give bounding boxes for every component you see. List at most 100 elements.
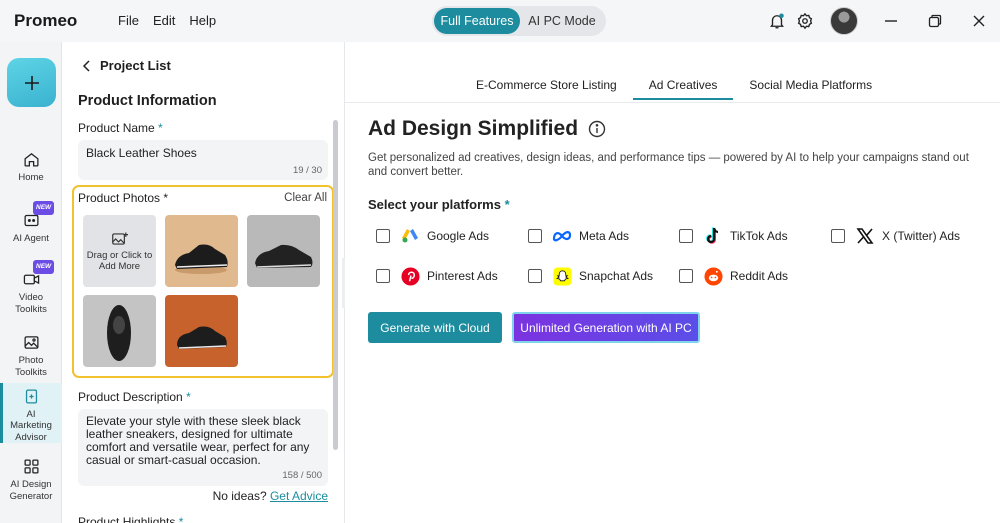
chevron-left-icon xyxy=(82,59,90,72)
full-features-button[interactable]: Full Features xyxy=(434,8,520,34)
pinterest-ads-checkbox[interactable] xyxy=(376,269,390,283)
tab-ecommerce-store-listing[interactable]: E-Commerce Store Listing xyxy=(460,78,633,100)
platform-pinterest-ads[interactable]: Pinterest Ads xyxy=(376,266,498,286)
nav-item-ai-marketing-advisor[interactable]: AI Marketing Advisor xyxy=(0,383,62,443)
tab-bar: E-Commerce Store Listing Ad Creatives So… xyxy=(460,78,888,100)
nav-item-photo-toolkits[interactable]: Photo Toolkits xyxy=(0,332,62,378)
x-twitter-ads-checkbox[interactable] xyxy=(831,229,845,243)
nav-label: Video Toolkits xyxy=(15,292,47,315)
reddit-icon xyxy=(703,266,723,286)
tiktok-icon xyxy=(703,226,723,246)
nav-label: AI Agent xyxy=(13,233,49,244)
main-content: E-Commerce Store Listing Ad Creatives So… xyxy=(345,42,1000,523)
platform-label: Snapchat Ads xyxy=(579,269,654,283)
plus-icon xyxy=(24,75,39,90)
product-name-value: Black Leather Shoes xyxy=(86,146,197,160)
video-camera-icon: NEW xyxy=(21,260,55,289)
platform-label: Reddit Ads xyxy=(730,269,789,283)
nav-label: Home xyxy=(18,172,44,183)
reddit-ads-checkbox[interactable] xyxy=(679,269,693,283)
platform-meta-ads[interactable]: Meta Ads xyxy=(528,226,629,246)
meta-icon xyxy=(552,226,572,246)
product-description-input[interactable]: Elevate your style with these sleek blac… xyxy=(78,409,328,486)
product-name-input[interactable]: Black Leather Shoes 19 / 30 xyxy=(78,140,328,180)
nav-item-home[interactable]: Home xyxy=(0,149,62,184)
new-badge: NEW xyxy=(33,260,55,274)
title-bar: Promeo File Edit Help Full Features AI P… xyxy=(0,0,1000,42)
meta-ads-checkbox[interactable] xyxy=(528,229,542,243)
nav-item-ai-design-generator[interactable]: AI Design Generator xyxy=(0,456,62,502)
product-photos-section: Product Photos * Clear All Drag or Click… xyxy=(72,185,334,378)
settings-gear-icon[interactable] xyxy=(795,11,815,31)
new-badge: NEW xyxy=(33,201,55,215)
ai-agent-icon: NEW xyxy=(21,201,55,230)
home-icon xyxy=(21,149,41,169)
section-title: Product Information xyxy=(78,93,217,109)
platform-label: Google Ads xyxy=(427,229,490,243)
advice-prompt: No ideas? xyxy=(212,489,267,503)
advice-row: No ideas? Get Advice xyxy=(62,489,328,503)
headline-text: Ad Design Simplified xyxy=(368,117,579,140)
product-highlights-label: Product Highlights * xyxy=(78,515,184,523)
close-icon[interactable] xyxy=(969,11,989,31)
char-counter: 158 / 500 xyxy=(282,470,322,481)
product-photo-thumbnail[interactable] xyxy=(83,295,156,367)
tabs-divider xyxy=(345,102,1000,103)
product-name-label: Product Name * xyxy=(78,121,163,135)
menu-help[interactable]: Help xyxy=(189,13,216,28)
add-image-icon xyxy=(111,231,128,245)
notification-bell-icon[interactable] xyxy=(767,11,787,31)
product-photo-thumbnail[interactable] xyxy=(165,215,238,287)
tiktok-ads-checkbox[interactable] xyxy=(679,229,693,243)
upload-photo-tile[interactable]: Drag or Click to Add More xyxy=(83,215,156,287)
mode-switch: Full Features AI PC Mode xyxy=(432,6,606,36)
product-photo-thumbnail[interactable] xyxy=(165,295,238,367)
marketing-advisor-icon xyxy=(21,388,41,406)
menu-edit[interactable]: Edit xyxy=(153,13,175,28)
back-label: Project List xyxy=(100,58,171,73)
product-photos-label: Product Photos * xyxy=(78,191,169,205)
platform-google-ads[interactable]: Google Ads xyxy=(376,226,489,246)
platform-tiktok-ads[interactable]: TikTok Ads xyxy=(679,226,788,246)
char-counter: 19 / 30 xyxy=(292,165,322,176)
snapchat-ads-checkbox[interactable] xyxy=(528,269,542,283)
menu-file[interactable]: File xyxy=(118,13,139,28)
platform-snapchat-ads[interactable]: Snapchat Ads xyxy=(528,266,653,286)
platform-label: Pinterest Ads xyxy=(427,269,498,283)
back-to-project-list[interactable]: Project List xyxy=(82,58,171,73)
nav-label: AI Marketing Advisor xyxy=(10,408,52,443)
platform-x-twitter-ads[interactable]: X (Twitter) Ads xyxy=(831,226,960,246)
google-ads-checkbox[interactable] xyxy=(376,229,390,243)
nav-item-ai-agent[interactable]: NEW AI Agent xyxy=(0,201,62,245)
left-nav: Home NEW AI Agent NEW Video Toolkits Pho… xyxy=(0,42,62,523)
restore-icon[interactable] xyxy=(925,11,945,31)
tab-ad-creatives[interactable]: Ad Creatives xyxy=(632,78,734,100)
user-avatar[interactable] xyxy=(830,7,858,35)
info-icon[interactable] xyxy=(588,120,606,138)
ai-pc-mode-button[interactable]: AI PC Mode xyxy=(520,8,604,34)
unlimited-generation-ai-pc-button[interactable]: Unlimited Generation with AI PC xyxy=(512,312,700,343)
product-info-panel: Project List Product Information Product… xyxy=(62,42,345,523)
grid-icon xyxy=(21,456,41,476)
nav-item-video-toolkits[interactable]: NEW Video Toolkits xyxy=(0,260,62,315)
product-description-value: Elevate your style with these sleek blac… xyxy=(86,414,310,467)
panel-scrollbar[interactable] xyxy=(333,120,338,450)
nav-label: AI Design Generator xyxy=(9,479,53,502)
product-photo-thumbnail[interactable] xyxy=(247,215,320,287)
page-subtitle: Get personalized ad creatives, design id… xyxy=(368,152,969,178)
clear-all-button[interactable]: Clear All xyxy=(284,192,327,204)
app-logo: Promeo xyxy=(14,11,78,30)
platform-reddit-ads[interactable]: Reddit Ads xyxy=(679,266,788,286)
select-platforms-label: Select your platforms * xyxy=(368,197,510,212)
product-description-label: Product Description * xyxy=(78,390,191,404)
tab-social-media-platforms[interactable]: Social Media Platforms xyxy=(733,78,888,100)
platform-label: Meta Ads xyxy=(579,229,630,243)
photo-icon xyxy=(21,332,41,352)
snapchat-icon xyxy=(552,266,572,286)
get-advice-link[interactable]: Get Advice xyxy=(270,489,328,503)
minimize-icon[interactable] xyxy=(881,11,901,31)
platform-label: TikTok Ads xyxy=(730,229,788,243)
nav-label: Photo Toolkits xyxy=(15,355,47,378)
new-project-button[interactable] xyxy=(7,58,56,107)
generate-with-cloud-button[interactable]: Generate with Cloud xyxy=(368,312,502,343)
